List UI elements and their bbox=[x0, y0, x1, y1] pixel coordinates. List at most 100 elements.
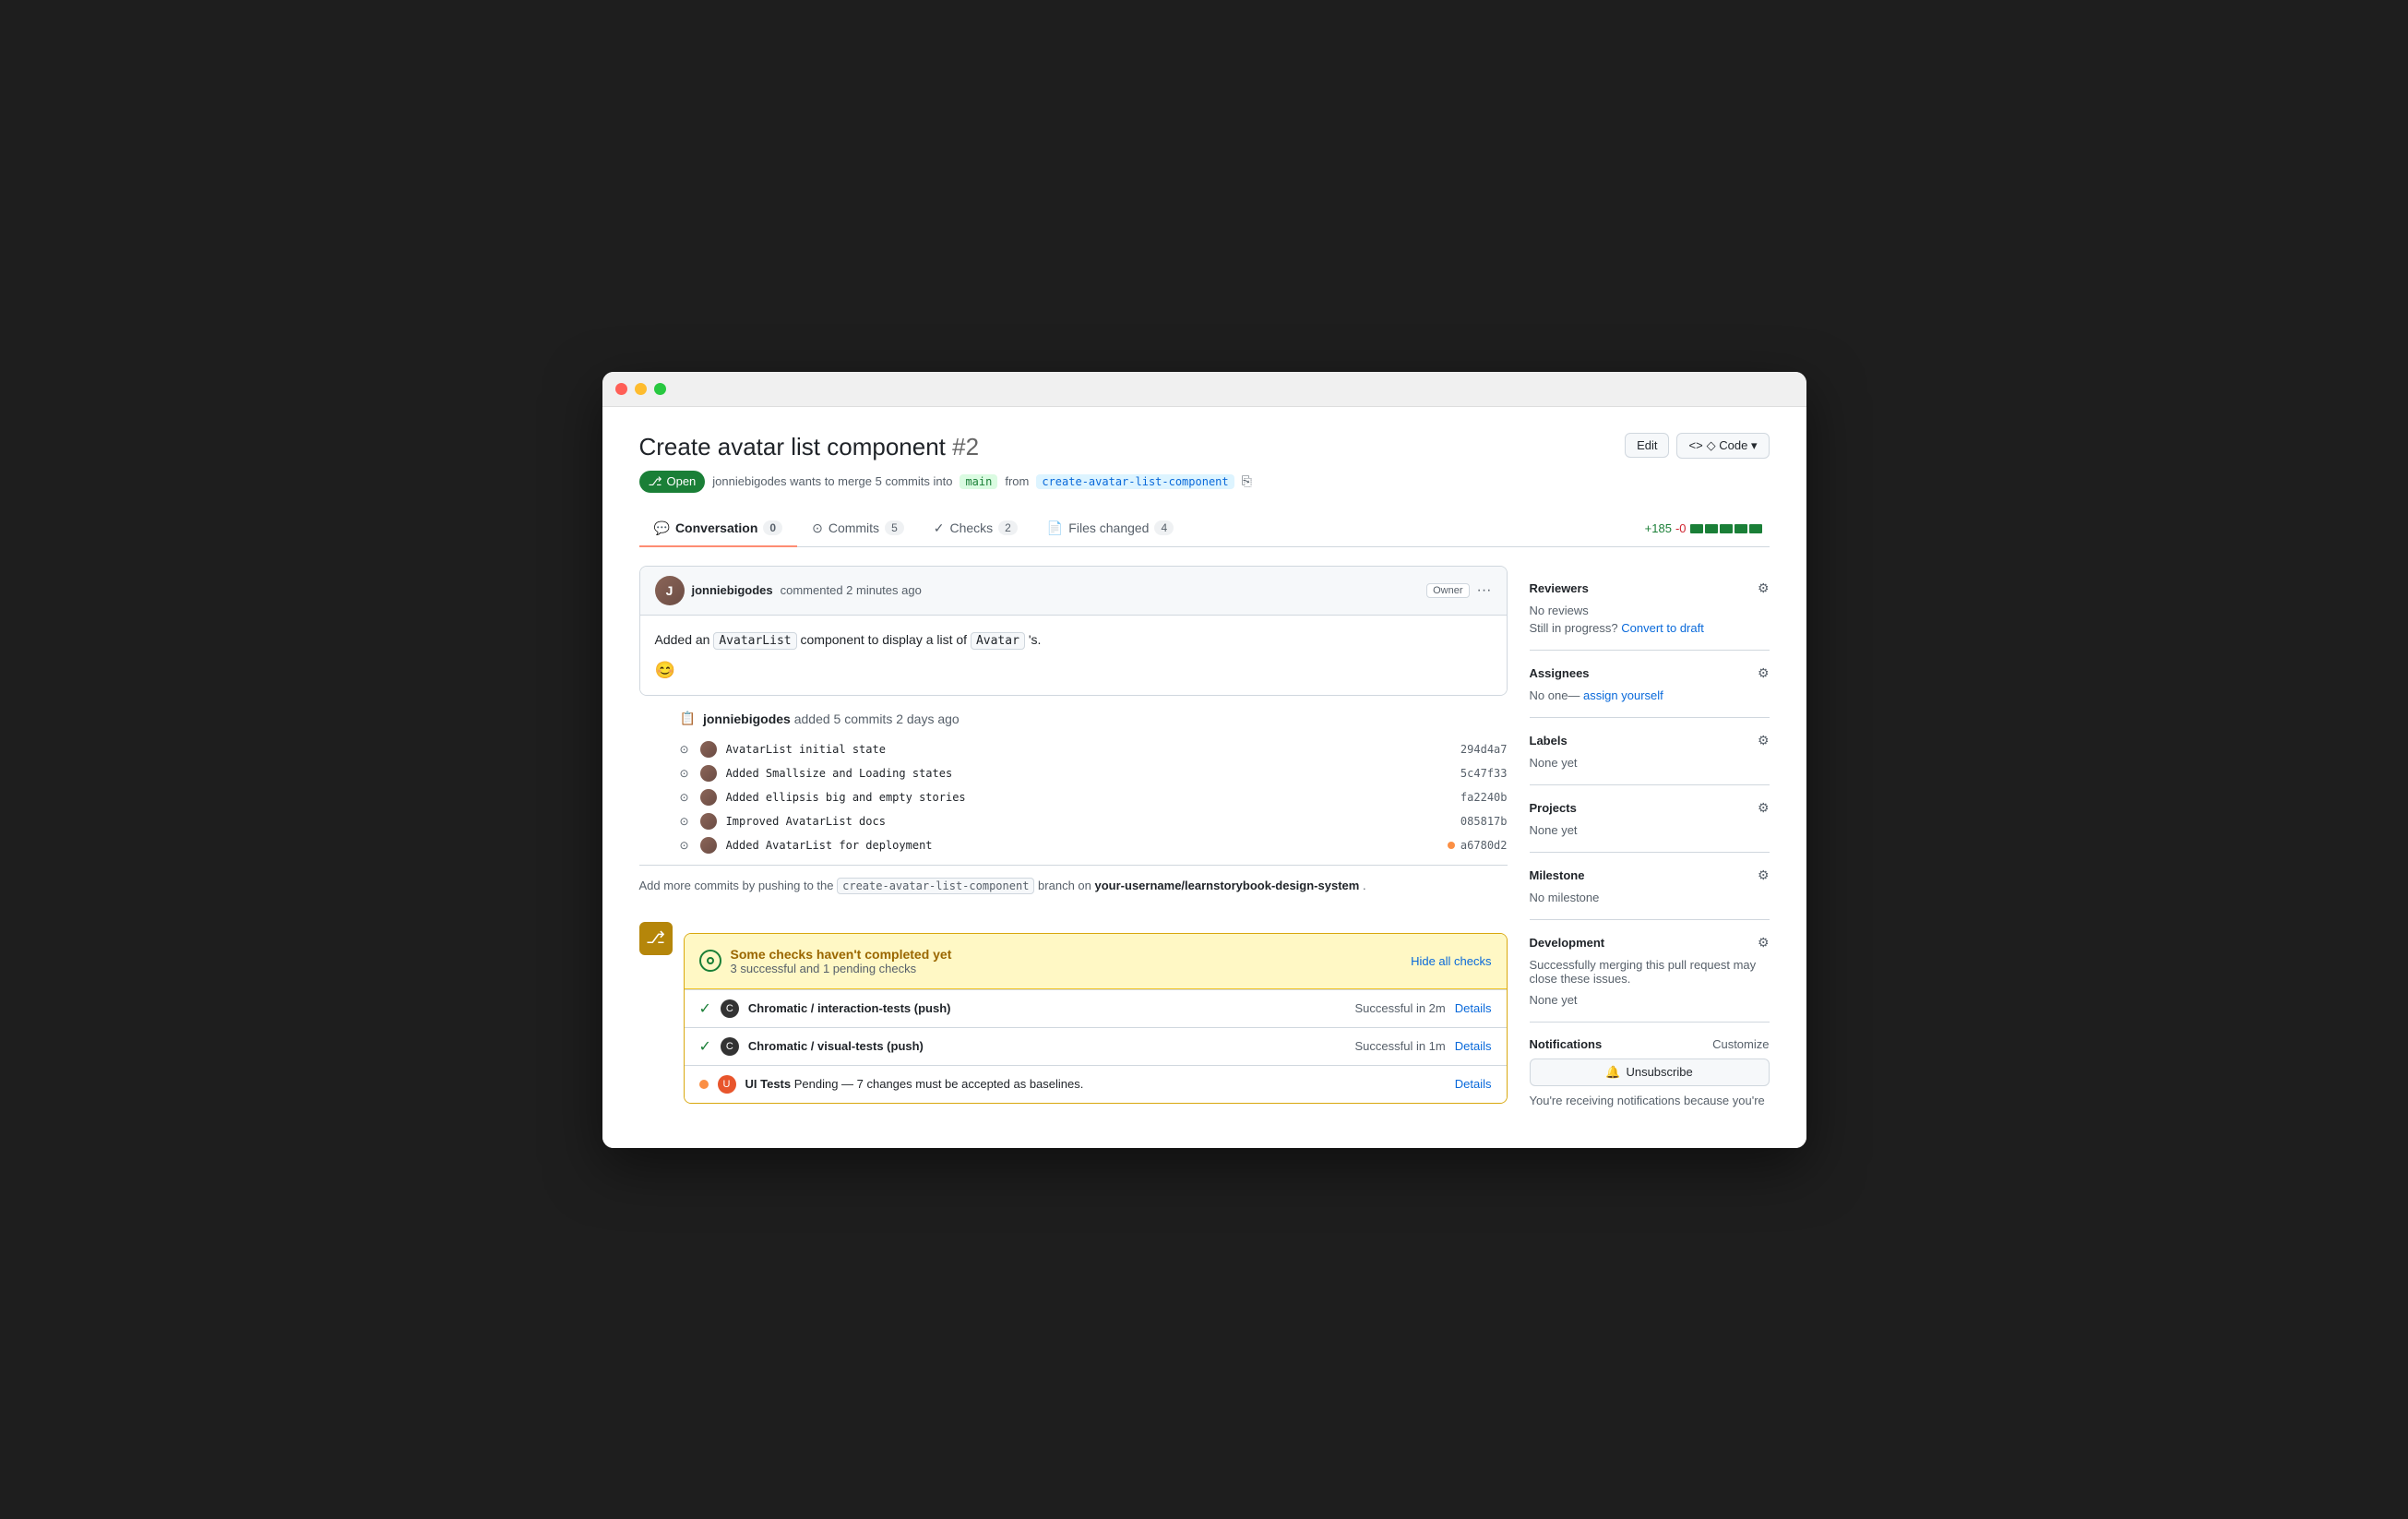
commit-branch-icon: ⊙ bbox=[680, 839, 689, 852]
commit-sha: 5c47f33 bbox=[1460, 767, 1508, 780]
development-gear-icon[interactable]: ⚙ bbox=[1758, 935, 1770, 951]
sidebar-assignees-title: Assignees bbox=[1530, 666, 1590, 680]
status-text: Open bbox=[666, 474, 696, 488]
check-details-link[interactable]: Details bbox=[1455, 1077, 1492, 1091]
tab-commits-count: 5 bbox=[885, 520, 904, 535]
edit-button[interactable]: Edit bbox=[1625, 433, 1669, 458]
comment-body-mid: component to display a list of bbox=[801, 632, 968, 647]
commits-header-text: jonniebigodes added 5 commits 2 days ago bbox=[703, 712, 960, 726]
code-icon: <> bbox=[1688, 438, 1702, 452]
main-left: J jonniebigodes commented 2 minutes ago … bbox=[639, 566, 1508, 1122]
sidebar-assignees: Assignees ⚙ No one— assign yourself bbox=[1530, 651, 1770, 718]
sidebar-milestone-title: Milestone bbox=[1530, 868, 1585, 882]
commit-list: ⊙ AvatarList initial state 294d4a7 ⊙ Add… bbox=[639, 737, 1508, 857]
assignees-gear-icon[interactable]: ⚙ bbox=[1758, 665, 1770, 681]
tab-checks-label: Checks bbox=[949, 520, 993, 535]
reviewers-in-progress: Still in progress? Convert to draft bbox=[1530, 621, 1770, 635]
pr-header-actions: Edit <> ◇ Code ▾ bbox=[1625, 433, 1769, 459]
add-commits-repo: your-username/learnstorybook-design-syst… bbox=[1095, 879, 1360, 892]
pr-title-text: Create avatar list component bbox=[639, 433, 946, 460]
commit-sha: 085817b bbox=[1460, 815, 1508, 828]
sidebar: Reviewers ⚙ No reviews Still in progress… bbox=[1530, 566, 1770, 1122]
commit-message: Improved AvatarList docs bbox=[726, 815, 1451, 828]
titlebar bbox=[602, 372, 1806, 407]
tab-commits[interactable]: ⊙ Commits 5 bbox=[797, 511, 919, 547]
maximize-button[interactable] bbox=[654, 383, 666, 395]
browser-window: Create avatar list component #2 Edit <> … bbox=[602, 372, 1806, 1148]
sidebar-development-title: Development bbox=[1530, 936, 1605, 950]
close-button[interactable] bbox=[615, 383, 627, 395]
tab-checks[interactable]: ✓ Checks 2 bbox=[919, 511, 1032, 547]
labels-gear-icon[interactable]: ⚙ bbox=[1758, 733, 1770, 748]
copy-icon[interactable]: ⎘ bbox=[1242, 473, 1252, 489]
sidebar-labels: Labels ⚙ None yet bbox=[1530, 718, 1770, 785]
checks-outer: ⎇ Some checks haven't completed yet 3 su… bbox=[639, 922, 1508, 1104]
sidebar-labels-title: Labels bbox=[1530, 734, 1568, 748]
diff-bar-5 bbox=[1749, 524, 1762, 533]
checks-circle-inner bbox=[707, 957, 714, 964]
convert-to-draft-link[interactable]: Convert to draft bbox=[1621, 621, 1704, 635]
check-item: ✓ C Chromatic / interaction-tests (push)… bbox=[685, 989, 1507, 1027]
emoji-reaction-button[interactable]: 😊 bbox=[655, 661, 675, 680]
diff-additions: +185 bbox=[1645, 521, 1672, 535]
customize-notifications-button[interactable]: Customize bbox=[1712, 1037, 1769, 1051]
base-branch-tag[interactable]: main bbox=[960, 474, 997, 489]
commit-avatar bbox=[700, 837, 717, 854]
commit-sha: 294d4a7 bbox=[1460, 743, 1508, 756]
commit-message: Added Smallsize and Loading states bbox=[726, 767, 1451, 780]
tab-files-label: Files changed bbox=[1068, 520, 1149, 535]
more-options-button[interactable]: ··· bbox=[1477, 582, 1492, 599]
head-branch-tag[interactable]: create-avatar-list-component bbox=[1036, 474, 1234, 489]
reviewers-gear-icon[interactable]: ⚙ bbox=[1758, 580, 1770, 596]
pr-meta-text: jonniebigodes wants to merge 5 commits i… bbox=[712, 474, 952, 488]
milestone-gear-icon[interactable]: ⚙ bbox=[1758, 867, 1770, 883]
check-name: Chromatic / visual-tests (push) bbox=[748, 1039, 1346, 1053]
table-row: ⊙ AvatarList initial state 294d4a7 bbox=[639, 737, 1508, 761]
table-row: ⊙ Added ellipsis big and empty stories f… bbox=[639, 785, 1508, 809]
tabs-bar: 💬 Conversation 0 ⊙ Commits 5 ✓ Checks 2 … bbox=[639, 511, 1770, 547]
add-commits-text: Add more commits by pushing to the creat… bbox=[639, 865, 1508, 907]
tab-checks-count: 2 bbox=[998, 520, 1018, 535]
comment-time: commented 2 minutes ago bbox=[781, 583, 922, 597]
commit-avatar bbox=[700, 765, 717, 782]
check-item: U UI Tests Pending — 7 changes must be a… bbox=[685, 1065, 1507, 1103]
commits-icon-small: 📋 bbox=[680, 711, 696, 726]
development-none: None yet bbox=[1530, 993, 1770, 1007]
commit-avatar bbox=[700, 789, 717, 806]
tab-conversation[interactable]: 💬 Conversation 0 bbox=[639, 511, 798, 547]
table-row: ⊙ Added AvatarList for deployment a6780d… bbox=[639, 833, 1508, 857]
table-row: ⊙ Added Smallsize and Loading states 5c4… bbox=[639, 761, 1508, 785]
diff-bar-2 bbox=[1705, 524, 1718, 533]
assign-yourself-link[interactable]: assign yourself bbox=[1583, 688, 1663, 702]
pr-from-text: from bbox=[1005, 474, 1029, 488]
hide-checks-button[interactable]: Hide all checks bbox=[1411, 954, 1491, 968]
check-details-link[interactable]: Details bbox=[1455, 1001, 1492, 1015]
comment-text: Added an AvatarList component to display… bbox=[655, 630, 1492, 651]
commit-status-dot bbox=[1448, 842, 1455, 849]
code-button[interactable]: <> ◇ Code ▾ bbox=[1676, 433, 1769, 459]
status-badge: ⎇ Open bbox=[639, 471, 706, 493]
main-body: J jonniebigodes commented 2 minutes ago … bbox=[639, 566, 1770, 1122]
assignees-text: No one— assign yourself bbox=[1530, 688, 1770, 702]
unsubscribe-label: Unsubscribe bbox=[1626, 1065, 1692, 1079]
commit-avatar bbox=[700, 813, 717, 830]
sidebar-milestone-header: Milestone ⚙ bbox=[1530, 867, 1770, 883]
commit-sha: a6780d2 bbox=[1460, 839, 1508, 852]
checks-fork-icon: ⎇ bbox=[639, 922, 673, 955]
still-in-progress-text: Still in progress? bbox=[1530, 621, 1618, 635]
sidebar-development-header: Development ⚙ bbox=[1530, 935, 1770, 951]
sidebar-reviewers-title: Reviewers bbox=[1530, 581, 1589, 595]
diff-bar-chart bbox=[1690, 524, 1762, 533]
minimize-button[interactable] bbox=[635, 383, 647, 395]
check-details-link[interactable]: Details bbox=[1455, 1039, 1492, 1053]
projects-gear-icon[interactable]: ⚙ bbox=[1758, 800, 1770, 816]
commit-message: Added ellipsis big and empty stories bbox=[726, 791, 1451, 804]
unsubscribe-button[interactable]: 🔔 Unsubscribe bbox=[1530, 1059, 1770, 1086]
comment-body: Added an AvatarList component to display… bbox=[640, 616, 1507, 696]
diff-bar-4 bbox=[1734, 524, 1747, 533]
tab-files-changed[interactable]: 📄 Files changed 4 bbox=[1032, 511, 1188, 547]
comment-author[interactable]: jonniebigodes bbox=[692, 583, 773, 597]
check-logo: C bbox=[721, 999, 739, 1018]
bell-icon: 🔔 bbox=[1605, 1065, 1620, 1080]
commits-actor[interactable]: jonniebigodes bbox=[703, 712, 791, 726]
